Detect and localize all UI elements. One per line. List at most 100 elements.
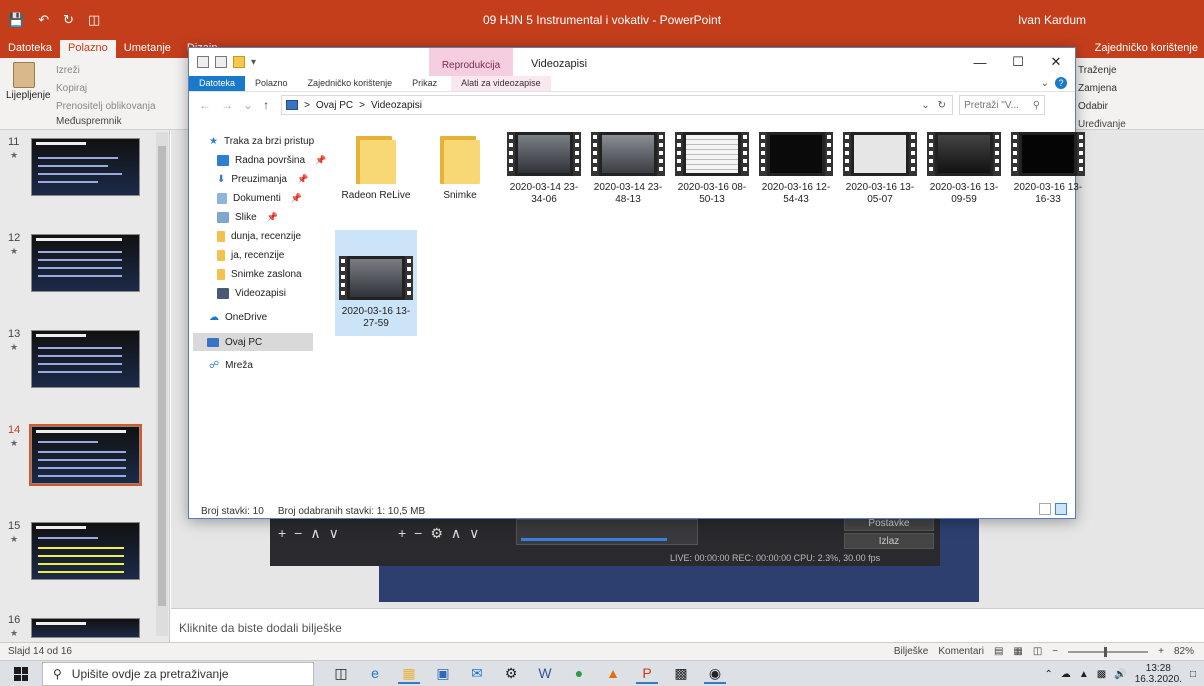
tab-file[interactable]: Datoteka <box>0 40 60 58</box>
taskbar-search[interactable]: ⚲ Upišite ovdje za pretraživanje <box>42 662 314 686</box>
tab-view[interactable]: Prikaz <box>402 76 447 91</box>
media-icon[interactable]: ▩ <box>670 664 692 684</box>
close-button[interactable]: ✕ <box>1037 48 1075 76</box>
nav-documents[interactable]: Dokumenti 📌 <box>217 193 302 204</box>
nav-network[interactable]: ☍ Mreža <box>209 360 253 371</box>
thumbnails-scrollbar[interactable] <box>156 132 168 636</box>
vlc-icon[interactable]: ▲ <box>602 664 624 684</box>
zoom-slider[interactable] <box>1068 646 1149 657</box>
chevron-down-icon[interactable]: ⌄ <box>243 98 253 112</box>
select-button[interactable]: Odabir <box>1078 98 1126 116</box>
exit-button[interactable]: Izlaz <box>844 533 934 549</box>
search-input[interactable]: Pretraži "V... ⚲ <box>959 95 1046 115</box>
nav-desktop[interactable]: Radna površina 📌 <box>217 155 326 166</box>
video-item[interactable]: 2020-03-16 13-16-33 <box>1007 124 1089 206</box>
cloud-icon[interactable]: ☁ <box>1061 669 1071 680</box>
format-painter-button[interactable]: Prenositelj oblikovanja <box>56 98 156 116</box>
check-icon[interactable] <box>215 56 227 68</box>
chevron-down-icon[interactable]: ▾ <box>251 57 256 68</box>
user-name[interactable]: Ivan Kardum <box>1018 13 1086 27</box>
cut-button[interactable]: Izreži <box>56 62 156 80</box>
folder-item[interactable]: Snimke <box>419 124 501 202</box>
volume-icon[interactable]: 🔊 <box>1114 669 1126 680</box>
pin-icon[interactable]: 📌 <box>291 193 302 204</box>
reading-view-icon[interactable]: ◫ <box>1033 646 1042 657</box>
file-explorer-icon[interactable]: ▦ <box>398 664 420 684</box>
pin-icon[interactable]: 📌 <box>267 212 278 223</box>
refresh-icon[interactable]: ↻ <box>938 100 946 111</box>
breadcrumb-this-pc[interactable]: Ovaj PC <box>316 100 353 111</box>
folder-item[interactable]: Radeon ReLive <box>335 124 417 202</box>
slide-thumbnail[interactable] <box>31 522 140 580</box>
video-item[interactable]: 2020-03-16 13-05-07 <box>839 124 921 206</box>
new-folder-icon[interactable] <box>233 56 245 68</box>
notification-icon[interactable]: □ <box>1190 669 1196 680</box>
word-icon[interactable]: W <box>534 664 556 684</box>
slide-thumbnail[interactable] <box>31 234 140 292</box>
video-item[interactable]: 2020-03-16 08-50-13 <box>671 124 753 206</box>
forward-arrow-icon[interactable]: → <box>221 98 233 112</box>
volume-slider[interactable] <box>521 538 667 541</box>
zoom-level[interactable]: 82% <box>1174 646 1194 657</box>
pin-icon[interactable]: 📌 <box>297 174 308 185</box>
paste-button[interactable]: Lijepljenje <box>6 62 50 101</box>
tab-video-tools[interactable]: Alati za videozapise <box>451 76 551 91</box>
video-item[interactable]: 2020-03-16 12-54-43 <box>755 124 837 206</box>
breadcrumb-videos[interactable]: Videozapisi <box>371 100 422 111</box>
normal-view-icon[interactable]: ▤ <box>994 646 1003 657</box>
details-view-icon[interactable] <box>1039 503 1051 515</box>
tab-home[interactable]: Polazno <box>245 76 298 91</box>
minimize-button[interactable]: — <box>961 48 999 76</box>
source-controls[interactable]: +−⚙∧∨ <box>398 525 487 542</box>
mail-icon[interactable]: ✉ <box>466 664 488 684</box>
back-arrow-icon[interactable]: ← <box>199 98 211 112</box>
tab-file[interactable]: Datoteka <box>189 76 246 91</box>
chevron-up-icon[interactable]: ⌃ <box>1044 669 1052 680</box>
maximize-button[interactable]: ☐ <box>999 48 1037 76</box>
replace-button[interactable]: Zamjena <box>1078 80 1126 98</box>
video-item[interactable]: 2020-03-14 23-48-13 <box>587 124 669 206</box>
properties-icon[interactable] <box>197 56 209 68</box>
find-button[interactable]: Traženje <box>1078 62 1126 80</box>
notes-toggle[interactable]: Bilješke <box>894 646 928 657</box>
tab-share[interactable]: Zajedničko korištenje <box>298 76 403 91</box>
edge-icon[interactable]: e <box>364 664 386 684</box>
obs-icon[interactable]: ◉ <box>704 664 726 684</box>
comments-toggle[interactable]: Komentari <box>938 646 984 657</box>
settings-icon[interactable]: ⚙ <box>500 664 522 684</box>
zoom-out-button[interactable]: − <box>1052 646 1058 657</box>
share-button[interactable]: Zajedničko korištenje <box>1095 42 1198 54</box>
scrollbar-thumb[interactable] <box>158 146 166 606</box>
slide-thumbnail-selected[interactable] <box>29 424 142 486</box>
nav-this-pc[interactable]: Ovaj PC <box>193 333 313 351</box>
chevron-down-icon[interactable]: ⌄ <box>1041 78 1049 89</box>
zoom-in-button[interactable]: + <box>1158 646 1164 657</box>
video-item[interactable]: 2020-03-16 13-09-59 <box>923 124 1005 206</box>
sorter-view-icon[interactable]: ▦ <box>1013 646 1022 657</box>
nav-videos[interactable]: Videozapisi <box>217 288 286 299</box>
up-arrow-icon[interactable]: ↑ <box>263 98 269 112</box>
slide-thumbnail[interactable] <box>31 330 140 388</box>
slide-thumbnail[interactable] <box>31 138 140 196</box>
nav-folder[interactable]: ja, recenzije <box>217 250 284 261</box>
windows-start-icon[interactable] <box>14 667 28 681</box>
store-icon[interactable]: ▣ <box>432 664 454 684</box>
powerpoint-icon[interactable]: P <box>636 664 658 684</box>
breadcrumb[interactable]: > Ovaj PC > Videozapisi ⌄ ↻ <box>281 95 954 115</box>
chrome-icon[interactable]: ● <box>568 664 590 684</box>
scene-controls[interactable]: +−∧∨ <box>278 525 347 542</box>
usb-icon[interactable]: ▲ <box>1079 669 1089 680</box>
nav-downloads[interactable]: ⬇ Preuzimanja 📌 <box>217 174 308 185</box>
copy-button[interactable]: Kopiraj <box>56 80 156 98</box>
large-icons-view-icon[interactable] <box>1055 503 1067 515</box>
playback-context-tab[interactable]: Reprodukcija <box>429 48 513 76</box>
chevron-down-icon[interactable]: ⌄ <box>921 100 929 111</box>
nav-quick-access[interactable]: ★ Traka za brzi pristup <box>209 136 314 147</box>
tab-insert[interactable]: Umetanje <box>116 40 179 58</box>
clock[interactable]: 13:28 16.3.2020. <box>1135 663 1182 685</box>
video-item-selected[interactable]: 2020-03-16 13-27-59 <box>335 230 417 336</box>
nav-folder[interactable]: dunja, recenzije <box>217 231 301 242</box>
nav-onedrive[interactable]: ☁ OneDrive <box>209 312 267 323</box>
video-item[interactable]: 2020-03-14 23-34-06 <box>503 124 585 206</box>
help-icon[interactable]: ? <box>1055 77 1067 89</box>
